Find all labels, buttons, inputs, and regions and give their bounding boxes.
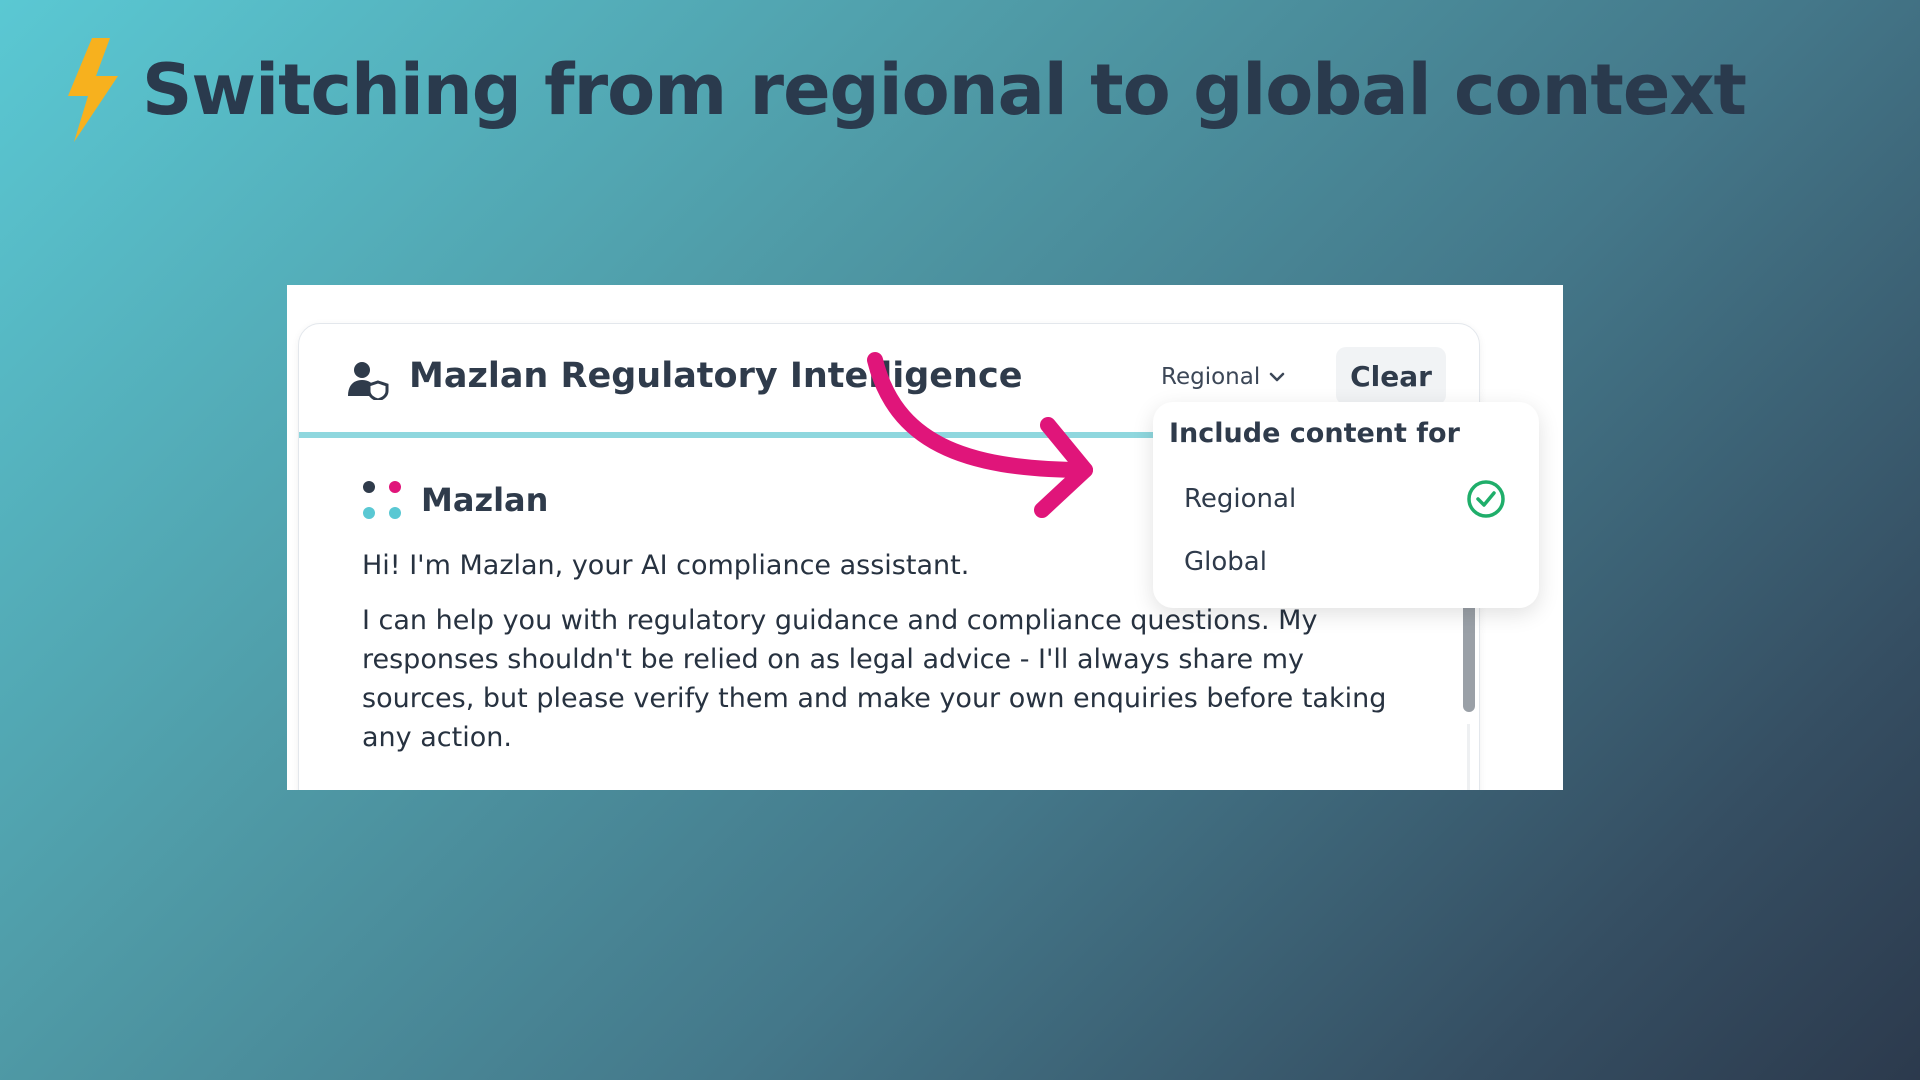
assistant-header: Mazlan xyxy=(361,479,548,521)
chat-title: Mazlan Regulatory Intelligence xyxy=(409,356,1023,396)
mazlan-logo-icon xyxy=(363,481,401,519)
check-circle-icon xyxy=(1467,480,1505,518)
header-divider xyxy=(299,432,1159,438)
assistant-name: Mazlan xyxy=(421,481,549,519)
option-label: Regional xyxy=(1184,484,1297,514)
clear-button[interactable]: Clear xyxy=(1336,347,1446,405)
user-shield-icon xyxy=(348,362,389,400)
option-label: Global xyxy=(1184,547,1267,577)
scope-select-value: Regional xyxy=(1161,364,1261,390)
dropdown-heading: Include content for xyxy=(1169,418,1460,449)
assistant-message-disclaimer: I can help you with regulatory guidance … xyxy=(362,605,1387,753)
chevron-down-icon xyxy=(1269,372,1285,382)
dropdown-option-regional[interactable]: Regional xyxy=(1153,472,1539,526)
scope-dropdown-menu: Include content for Regional Global xyxy=(1153,402,1539,608)
lightning-bolt-icon xyxy=(68,38,118,142)
scope-select[interactable]: Regional xyxy=(1161,364,1286,390)
scrollbar-track xyxy=(1467,724,1470,790)
slide-title: Switching from regional to global contex… xyxy=(62,38,1747,142)
scrollbar-thumb[interactable] xyxy=(1463,602,1475,712)
slide-title-text: Switching from regional to global contex… xyxy=(142,49,1747,131)
dropdown-option-global[interactable]: Global xyxy=(1153,535,1539,589)
